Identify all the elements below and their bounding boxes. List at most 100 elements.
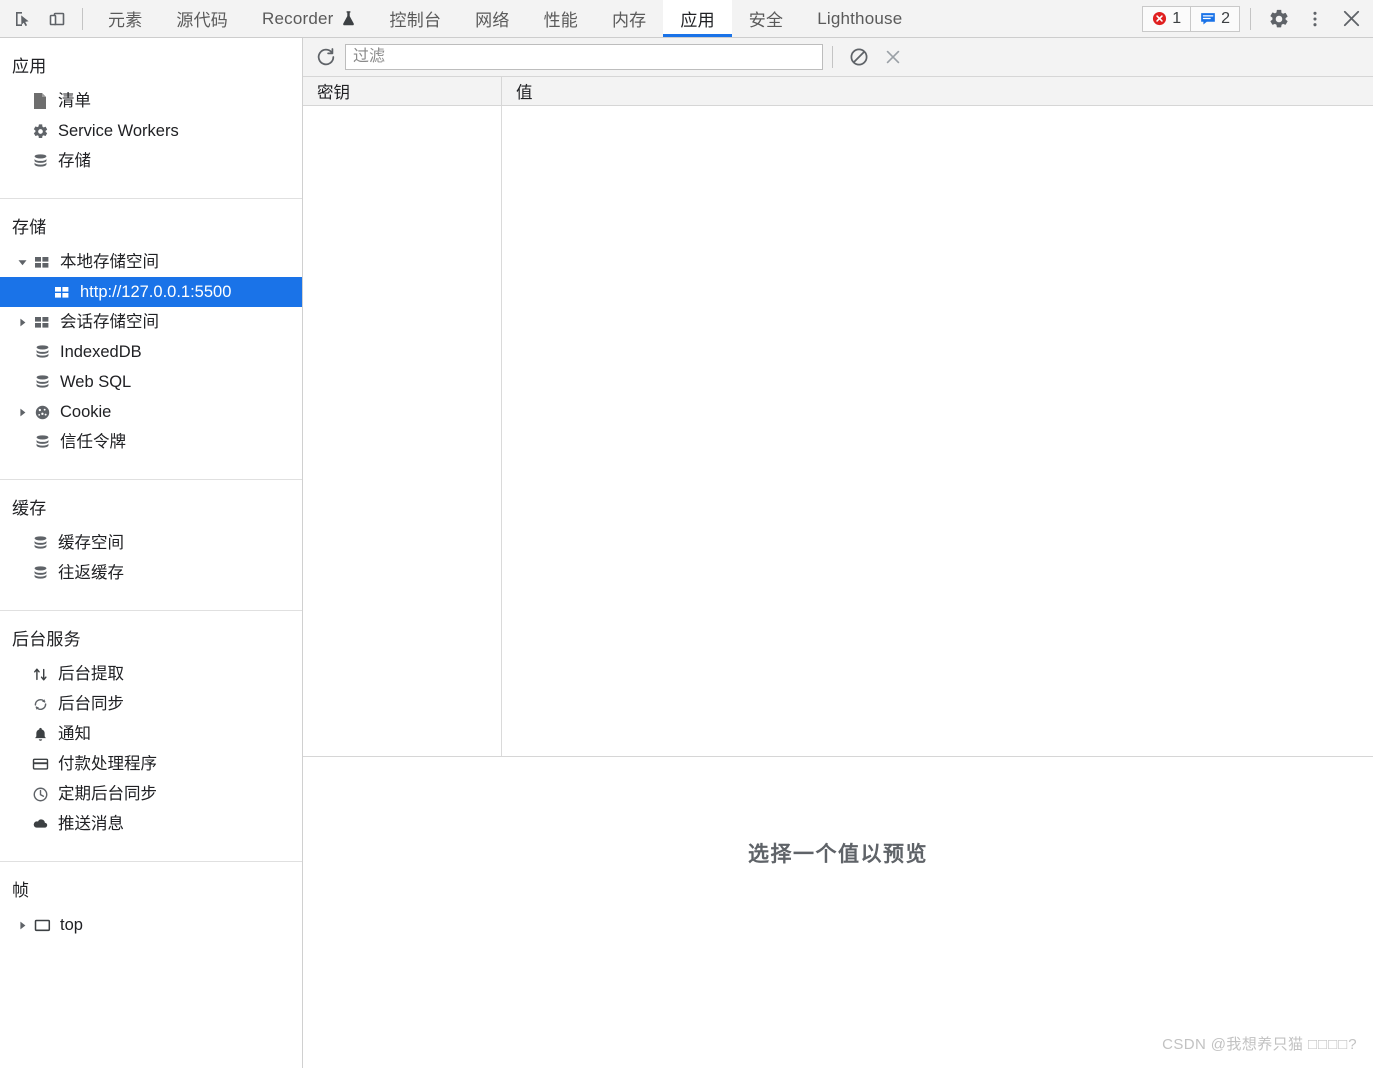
sidebar-item-local-storage-origin[interactable]: http://127.0.0.1:5500 <box>0 277 302 307</box>
kebab-menu-icon[interactable] <box>1297 0 1333 38</box>
refresh-icon[interactable] <box>309 41 343 73</box>
section-frames: 帧 top <box>0 861 302 954</box>
sidebar-item-label: Cookie <box>60 402 112 421</box>
tab-sources[interactable]: 源代码 <box>159 0 245 37</box>
section-application: 应用 清单 Service Workers 存储 <box>0 38 302 198</box>
tab-performance[interactable]: 性能 <box>527 0 595 37</box>
sidebar-item-label: 缓存空间 <box>58 533 124 552</box>
storage-table: 密钥 值 <box>303 77 1373 757</box>
close-icon[interactable] <box>1333 0 1369 38</box>
cookie-icon <box>32 404 52 421</box>
sidebar-item-cache-storage[interactable]: 缓存空间 <box>0 528 302 558</box>
error-count: 1 <box>1172 9 1182 27</box>
tab-console[interactable]: 控制台 <box>373 0 459 37</box>
storage-toolbar <box>303 38 1373 77</box>
tab-label: 内存 <box>611 11 647 30</box>
device-toolbar-icon[interactable] <box>40 0 74 37</box>
sidebar-item-background-sync[interactable]: 后台同步 <box>0 689 302 719</box>
sidebar-item-label: 信任令牌 <box>60 432 126 451</box>
sidebar-item-back-forward-cache[interactable]: 往返缓存 <box>0 558 302 588</box>
sidebar-item-web-sql[interactable]: Web SQL <box>0 367 302 397</box>
sidebar-item-label: 存储 <box>58 151 91 170</box>
sidebar-item-label: top <box>60 915 83 934</box>
column-header-value[interactable]: 值 <box>502 77 1373 105</box>
watermark-boxes: □□□□ <box>1308 1036 1349 1053</box>
sidebar-item-trust-tokens[interactable]: 信任令牌 <box>0 427 302 457</box>
chevron-right-icon[interactable] <box>14 407 30 418</box>
sidebar-item-label: IndexedDB <box>60 342 142 361</box>
clear-all-circle-slash-icon[interactable] <box>842 41 876 73</box>
tab-application[interactable]: 应用 <box>663 0 733 37</box>
sidebar-item-indexeddb[interactable]: IndexedDB <box>0 337 302 367</box>
sidebar-item-local-storage[interactable]: 本地存储空间 <box>0 247 302 277</box>
gear-icon[interactable] <box>1261 0 1297 38</box>
sidebar-item-label: 会话存储空间 <box>60 312 159 331</box>
sidebar-item-background-fetch[interactable]: 后台提取 <box>0 659 302 689</box>
section-background-services: 后台服务 后台提取 后台同步 通知 付款处理程序 定期后台同步 推送消息 <box>0 610 302 861</box>
database-icon <box>30 535 50 552</box>
csdn-watermark: CSDN @我想养只猫 □□□□? <box>1162 1033 1357 1054</box>
sidebar-item-label: Web SQL <box>60 372 132 391</box>
tab-lighthouse[interactable]: Lighthouse <box>800 0 919 37</box>
chevron-right-icon[interactable] <box>14 920 30 931</box>
toolbar-right-controls: 1 2 <box>1142 0 1373 37</box>
sidebar-item-storage[interactable]: 存储 <box>0 146 302 176</box>
message-count-badge[interactable]: 2 <box>1190 5 1240 32</box>
section-title: 缓存 <box>12 499 47 518</box>
sidebar-item-manifest[interactable]: 清单 <box>0 86 302 116</box>
tab-label: 网络 <box>475 11 510 30</box>
flask-experiment-icon <box>341 10 356 27</box>
column-header-key[interactable]: 密钥 <box>303 77 502 105</box>
panel-tabs: 元素 源代码 Recorder 控制台 网络 性能 内存 应用 安全 Light… <box>91 0 1142 37</box>
column-header-label: 密钥 <box>317 84 350 102</box>
delete-x-icon[interactable] <box>876 41 910 73</box>
database-icon <box>30 153 50 170</box>
gear-icon <box>30 123 50 140</box>
watermark-suffix: ? <box>1348 1036 1357 1053</box>
tab-security[interactable]: 安全 <box>732 0 800 37</box>
section-cache: 缓存 缓存空间 往返缓存 <box>0 479 302 610</box>
tab-label: 性能 <box>543 11 578 30</box>
chevron-right-icon[interactable] <box>14 317 30 328</box>
frame-icon <box>32 918 52 933</box>
manifest-document-icon <box>30 92 50 110</box>
sidebar-item-frame-top[interactable]: top <box>0 910 302 940</box>
tab-network[interactable]: 网络 <box>458 0 526 37</box>
sidebar-item-label: http://127.0.0.1:5500 <box>80 282 232 301</box>
table-body-empty[interactable] <box>303 106 1373 756</box>
tab-recorder[interactable]: Recorder <box>245 0 373 37</box>
sidebar-item-cookie[interactable]: Cookie <box>0 397 302 427</box>
section-title: 应用 <box>12 57 47 76</box>
sidebar-item-session-storage[interactable]: 会话存储空间 <box>0 307 302 337</box>
sidebar-item-label: 本地存储空间 <box>60 252 159 271</box>
filter-input[interactable] <box>345 44 823 70</box>
sidebar-item-notifications[interactable]: 通知 <box>0 719 302 749</box>
tab-label: 控制台 <box>389 11 442 30</box>
tab-label: 应用 <box>680 11 715 30</box>
tab-label: Recorder <box>262 8 334 28</box>
database-icon <box>32 344 52 361</box>
value-preview-pane: 选择一个值以预览 <box>303 757 1373 1068</box>
table-grid-icon <box>32 315 52 330</box>
sidebar-item-payment-handler[interactable]: 付款处理程序 <box>0 749 302 779</box>
message-count: 2 <box>1221 9 1230 27</box>
toolbar-divider-right <box>1250 7 1251 30</box>
devtools-body: 应用 清单 Service Workers 存储 存储 本地存储空间 http:… <box>0 38 1373 1068</box>
sidebar-item-label: 通知 <box>58 724 91 743</box>
error-count-badge[interactable]: 1 <box>1142 5 1192 32</box>
storage-main-panel: 密钥 值 选择一个值以预览 <box>303 38 1373 1068</box>
table-grid-icon <box>32 255 52 270</box>
tab-elements[interactable]: 元素 <box>91 0 159 37</box>
sidebar-item-push-messaging[interactable]: 推送消息 <box>0 809 302 839</box>
sidebar-item-service-workers[interactable]: Service Workers <box>0 116 302 146</box>
chevron-down-icon[interactable] <box>14 257 30 268</box>
error-circle-icon <box>1152 11 1167 26</box>
tab-memory[interactable]: 内存 <box>595 0 663 37</box>
section-title: 帧 <box>12 881 30 900</box>
database-icon <box>32 374 52 391</box>
sidebar-item-periodic-background-sync[interactable]: 定期后台同步 <box>0 779 302 809</box>
inspect-cursor-icon[interactable] <box>6 0 40 37</box>
